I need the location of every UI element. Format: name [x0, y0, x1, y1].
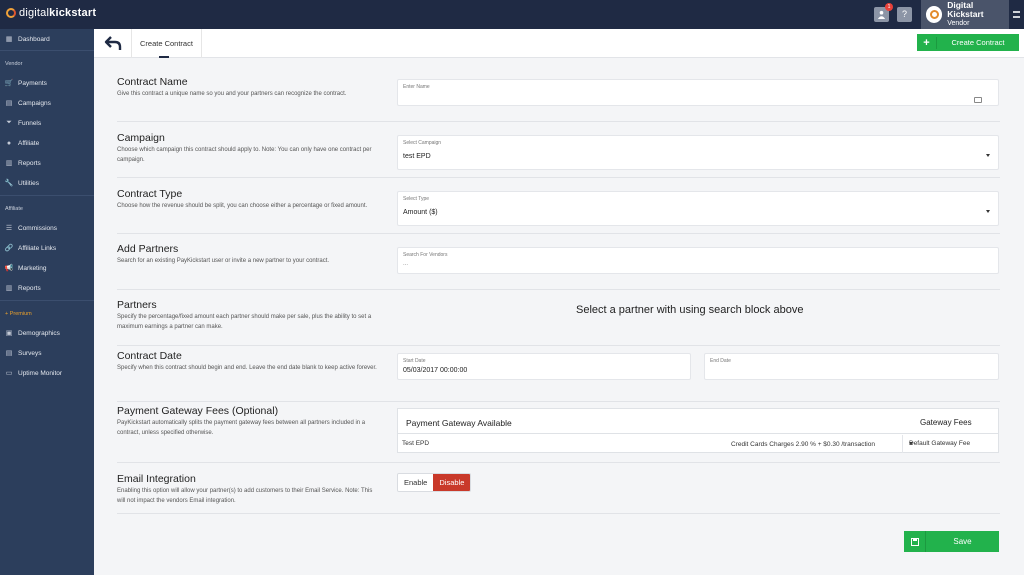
avatar — [926, 6, 943, 23]
sidebar-item-funnels[interactable]: ⏷ Funnels — [0, 115, 94, 131]
sidebar-item-payments[interactable]: 🛒 Payments — [0, 75, 94, 91]
col-header-gateway: Payment Gateway Available — [406, 418, 512, 428]
list-icon: ☰ — [5, 225, 13, 232]
gateway-fee-select[interactable]: Default Gateway Fee — [902, 435, 998, 453]
contract-type-title: Contract Type — [117, 188, 183, 200]
sidebar-item-uptime-monitor[interactable]: ▭ Uptime Monitor — [0, 365, 94, 381]
contract-type-desc: Choose how the revenue should be split, … — [117, 203, 368, 209]
sidebar-item-surveys[interactable]: ▤ Surveys — [0, 345, 94, 361]
add-partners-desc: Search for an existing PayKickstart user… — [117, 258, 330, 264]
sidebar-item-campaigns[interactable]: ▤ Campaigns — [0, 95, 94, 111]
sidebar-item-marketing[interactable]: 📢 Marketing — [0, 260, 94, 276]
vendor-search-input[interactable]: Search For Vendors ... — [397, 247, 999, 274]
survey-icon: ▤ — [5, 350, 13, 357]
notification-badge: 1 — [885, 3, 893, 11]
sidebar-item-affiliate[interactable]: ● Affiliate — [0, 135, 94, 151]
sidebar-item-demographics[interactable]: ▣ Demographics — [0, 325, 94, 341]
cart-icon: 🛒 — [4, 80, 14, 87]
gateway-table: Payment Gateway Available Gateway Fees T… — [397, 408, 999, 453]
disable-button[interactable]: Disable — [433, 474, 471, 491]
gateway-fees-title: Payment Gateway Fees (Optional) — [117, 405, 279, 417]
brand-logo[interactable]: digital kickstart — [6, 7, 96, 19]
chart-icon: ▣ — [5, 330, 13, 337]
megaphone-icon: 📢 — [4, 265, 14, 272]
user-menu[interactable]: Digital Kickstart Vendor — [921, 0, 1009, 29]
partners-desc: Specify the percentage/fixed amount each… — [117, 314, 372, 330]
end-date-input[interactable]: End Date — [704, 353, 999, 380]
save-button[interactable]: Save — [904, 531, 999, 552]
back-arrow-icon[interactable] — [104, 35, 122, 51]
partners-empty-message: Select a partner with using search block… — [576, 304, 804, 316]
tab-create-contract[interactable]: Create Contract — [131, 29, 202, 58]
section-vendor: Vendor — [5, 61, 23, 67]
contract-type-select[interactable]: Select Type Amount ($) — [397, 191, 999, 226]
col-header-fees: Gateway Fees — [920, 418, 972, 427]
email-integration-title: Email Integration — [117, 473, 196, 485]
campaign-icon: ▤ — [5, 100, 13, 107]
sidebar-item-affiliate-links[interactable]: 🔗 Affiliate Links — [0, 240, 94, 256]
logo-text-bold: kickstart — [49, 7, 97, 19]
table-row: Test EPD Credit Cards Charges 2.90 % + $… — [398, 435, 998, 453]
section-premium: + Premium — [5, 311, 32, 317]
report-icon: ▥ — [5, 160, 13, 167]
funnel-icon: ⏷ — [6, 119, 12, 126]
contract-name-title: Contract Name — [117, 76, 188, 88]
chevron-down-icon — [986, 154, 990, 157]
enable-button[interactable]: Enable — [398, 474, 434, 491]
start-date-input[interactable]: Start Date 05/03/2017 00:00:00 — [397, 353, 691, 380]
email-integration-desc: Enabling this option will allow your par… — [117, 488, 373, 504]
top-bar: digital kickstart 1 ? Digital Kickstart V… — [0, 0, 1024, 29]
wrench-icon: 🔧 — [4, 180, 14, 187]
contract-name-input[interactable]: Enter Name — [397, 79, 999, 106]
report-icon: ▥ — [5, 285, 13, 292]
section-affiliate: Affiliate — [5, 206, 23, 212]
person-icon: ● — [6, 139, 12, 147]
chevron-down-icon — [986, 210, 990, 213]
sidebar-item-utilities[interactable]: 🔧 Utilities — [0, 175, 94, 191]
link-icon: 🔗 — [4, 245, 14, 252]
sidebar-item-reports[interactable]: ▥ Reports — [0, 155, 94, 171]
grid-icon: ▦ — [5, 36, 13, 43]
campaign-title: Campaign — [117, 132, 165, 144]
partners-title: Partners — [117, 299, 157, 311]
hamburger-icon[interactable] — [1013, 11, 1020, 18]
contract-date-desc: Specify when this contract should begin … — [117, 365, 377, 371]
help-button[interactable]: ? — [897, 7, 912, 22]
email-integration-toggle: Enable Disable — [397, 473, 472, 492]
card-icon — [974, 97, 982, 103]
contract-date-title: Contract Date — [117, 350, 182, 362]
user-name: Digital Kickstart — [947, 0, 984, 19]
plus-icon: + — [917, 36, 937, 49]
create-contract-button[interactable]: + Create Contract — [917, 34, 1019, 51]
floppy-disk-icon — [904, 531, 926, 552]
chevron-down-icon — [909, 442, 913, 445]
logo-icon — [6, 8, 16, 18]
sidebar: ▦ Dashboard Vendor 🛒 Payments ▤ Campaigns ⏷… — [0, 29, 94, 575]
sidebar-item-commissions[interactable]: ☰ Commissions — [0, 220, 94, 236]
gateway-charges: Credit Cards Charges 2.90 % + $0.30 /tra… — [731, 441, 875, 448]
user-role: Vendor — [947, 20, 970, 27]
gateway-name: Test EPD — [402, 440, 430, 447]
user-icon — [877, 10, 886, 19]
contract-name-desc: Give this contract a unique name so you … — [117, 91, 347, 97]
add-partners-title: Add Partners — [117, 243, 179, 255]
campaign-select[interactable]: Select Campaign test EPD — [397, 135, 999, 170]
logo-text-plain: digital — [19, 7, 50, 19]
subheader: Create Contract + Create Contract — [94, 29, 1024, 58]
monitor-icon: ▭ — [5, 370, 13, 377]
sidebar-item-affiliate-reports[interactable]: ▥ Reports — [0, 280, 94, 296]
sidebar-item-dashboard[interactable]: ▦ Dashboard — [0, 31, 94, 47]
campaign-desc: Choose which campaign this contract shou… — [117, 147, 372, 163]
gateway-fees-desc: PayKickstart automatically splits the pa… — [117, 420, 366, 436]
